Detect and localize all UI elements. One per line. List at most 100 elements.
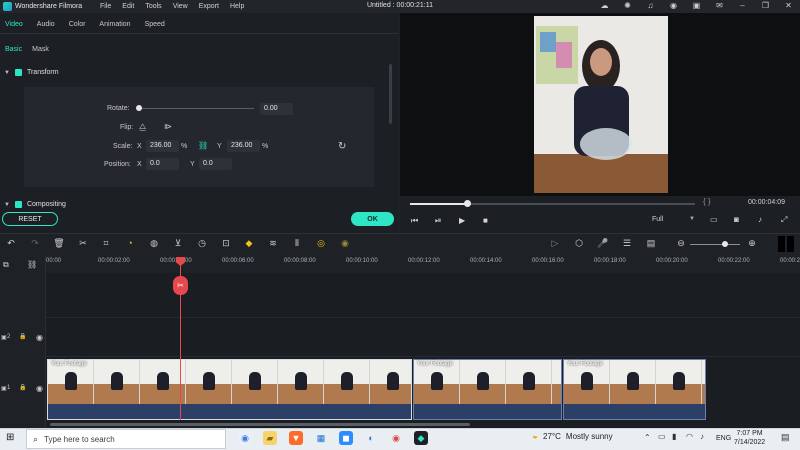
speaker-icon[interactable]: ♪ <box>700 432 704 441</box>
mark-in-out[interactable]: { } <box>703 197 711 206</box>
stop-icon[interactable]: ■ <box>483 216 488 225</box>
keyframe-icon[interactable]: ◆ <box>243 238 255 249</box>
redo-icon[interactable]: ↷ <box>29 238 41 249</box>
taskbar-app-icon[interactable]: ▦ <box>314 431 328 445</box>
bulb-icon[interactable]: ✺ <box>622 1 633 10</box>
reset-rotate-icon[interactable]: ↻ <box>338 141 346 152</box>
progress-knob[interactable] <box>464 200 471 207</box>
show-hidden-icon[interactable]: ⌃ <box>644 433 651 442</box>
windows-start-icon[interactable]: ⊞ <box>6 432 14 443</box>
zoom-slider[interactable] <box>690 244 740 245</box>
flip-vertical-icon[interactable]: ⧋ <box>139 122 146 132</box>
mixer-icon[interactable]: ☰ <box>621 238 633 249</box>
tab-speed[interactable]: Speed <box>145 21 165 28</box>
subtab-mask[interactable]: Mask <box>32 46 49 53</box>
mic-icon[interactable]: 🎤 <box>597 238 609 249</box>
position-x-input[interactable]: 0.0 <box>146 158 179 170</box>
transform-section-header[interactable]: ▼ Transform <box>4 69 59 76</box>
rotate-slider-knob[interactable] <box>136 105 142 111</box>
video-clip[interactable]: Your Footage <box>413 359 562 420</box>
menu-view[interactable]: View <box>173 3 188 10</box>
tab-animation[interactable]: Animation <box>99 21 130 28</box>
track2-lock-icon[interactable]: 🔒 <box>19 333 26 340</box>
reset-button[interactable]: RESET <box>2 212 58 226</box>
chrome-icon[interactable]: ◉ <box>238 431 252 445</box>
menu-help[interactable]: Help <box>230 3 244 10</box>
panel-scrollbar[interactable] <box>389 64 392 124</box>
color-icon[interactable]: ◍ <box>148 238 160 249</box>
chevron-down-icon[interactable]: ▼ <box>689 216 695 222</box>
filmora-taskbar-icon[interactable]: ◆ <box>414 431 428 445</box>
preview-video[interactable] <box>534 16 668 193</box>
audio-mixer-icon[interactable]: ⦀ <box>291 238 303 249</box>
wifi-icon[interactable]: ◠ <box>686 432 693 441</box>
motion-tracking-icon[interactable]: ◎ <box>315 238 327 249</box>
green-screen-icon[interactable]: ⊻ <box>172 238 184 249</box>
undo-icon[interactable]: ↶ <box>5 238 17 249</box>
link-icon[interactable]: ⛓ <box>198 141 208 150</box>
panel-toggle[interactable] <box>778 236 794 252</box>
tab-audio[interactable]: Audio <box>37 21 55 28</box>
monitor-icon[interactable]: ▭ <box>710 215 718 224</box>
video-clip[interactable]: Your Footage <box>47 359 412 420</box>
transform-checkbox[interactable] <box>14 69 22 76</box>
quality-select[interactable]: Full <box>652 216 663 223</box>
subtab-basic[interactable]: Basic <box>5 46 22 53</box>
timeline-scrollbar[interactable] <box>50 423 470 426</box>
weather-widget[interactable]: ◒ 27°C Mostly sunny <box>532 431 613 442</box>
track1-lock-icon[interactable]: 🔒 <box>19 384 26 391</box>
render-icon[interactable]: ▷ <box>549 238 561 249</box>
cloud-icon[interactable]: ☁ <box>599 1 610 10</box>
zoom-out-icon[interactable]: ⊖ <box>675 238 687 249</box>
track1-eye-icon[interactable]: ◉ <box>36 384 43 393</box>
stabilize-icon[interactable]: ◉ <box>339 238 351 249</box>
video-clip[interactable]: Your Footage <box>563 359 706 420</box>
save-icon[interactable]: ▣ <box>691 1 702 10</box>
crop-icon[interactable]: ⌗ <box>100 238 112 249</box>
brave-icon[interactable]: ▼ <box>289 431 303 445</box>
add-track-icon[interactable]: ⧉ <box>3 260 9 270</box>
account-icon[interactable]: ◉ <box>668 1 679 10</box>
prev-frame-icon[interactable]: ⏮ <box>411 216 418 226</box>
scale-y-input[interactable]: 236.00 <box>227 140 260 152</box>
timeline-ruler[interactable]: 00:00 00:00:02:00 00:00:04:00 00:00:06:00 00… <box>46 257 800 273</box>
adjust-icon[interactable]: ≋ <box>267 238 279 249</box>
chrome-icon[interactable]: ◉ <box>389 431 403 445</box>
headset-icon[interactable]: ♫ <box>645 1 656 10</box>
mail-icon[interactable]: ✉ <box>714 1 725 10</box>
tab-video[interactable]: Video <box>5 21 23 28</box>
notification-icon[interactable]: ▤ <box>781 432 790 443</box>
marker-icon[interactable]: ⬡ <box>573 238 585 249</box>
track2-eye-icon[interactable]: ◉ <box>36 333 43 342</box>
battery-icon[interactable]: ▮ <box>672 432 676 441</box>
tab-color[interactable]: Color <box>69 21 86 28</box>
snapshot-icon[interactable]: ◙ <box>734 215 739 224</box>
duration-icon[interactable]: ◷ <box>196 238 208 249</box>
ok-button[interactable]: OK <box>351 212 394 226</box>
menu-edit[interactable]: Edit <box>122 3 134 10</box>
step-icon[interactable]: ⏯ <box>435 216 441 226</box>
file-explorer-icon[interactable]: ▰ <box>263 431 277 445</box>
volume-icon[interactable]: ♪ <box>758 215 762 224</box>
cut-icon[interactable]: ✂ <box>77 238 89 249</box>
compositing-section-header[interactable]: ▼ Compositing <box>4 201 66 208</box>
rotate-slider-track[interactable] <box>139 108 254 109</box>
speed-icon[interactable]: ◔ <box>124 238 136 248</box>
maximize-icon[interactable]: ❐ <box>760 1 771 10</box>
split-scissor-icon[interactable]: ✂ <box>173 276 188 295</box>
position-y-input[interactable]: 0.0 <box>199 158 232 170</box>
minimize-icon[interactable]: – <box>737 1 748 10</box>
delete-icon[interactable]: 🗑 <box>53 238 65 249</box>
zoom-slider-knob[interactable] <box>722 241 728 247</box>
edge-icon[interactable]: ◐ <box>364 431 378 445</box>
zoom-icon[interactable]: ◼ <box>339 431 353 445</box>
menu-export[interactable]: Export <box>199 3 219 10</box>
menu-file[interactable]: File <box>100 3 111 10</box>
system-clock[interactable]: 7:07 PM 7/14/2022 <box>734 429 765 447</box>
fit-icon[interactable]: ⊡ <box>220 238 232 249</box>
taskbar-search[interactable]: ⌕ Type here to search <box>26 429 226 449</box>
fullscreen-icon[interactable]: ⤢ <box>781 215 787 225</box>
language-indicator[interactable]: ENG <box>716 435 731 442</box>
menu-tools[interactable]: Tools <box>145 3 161 10</box>
subtitle-icon[interactable]: ▤ <box>645 238 657 249</box>
